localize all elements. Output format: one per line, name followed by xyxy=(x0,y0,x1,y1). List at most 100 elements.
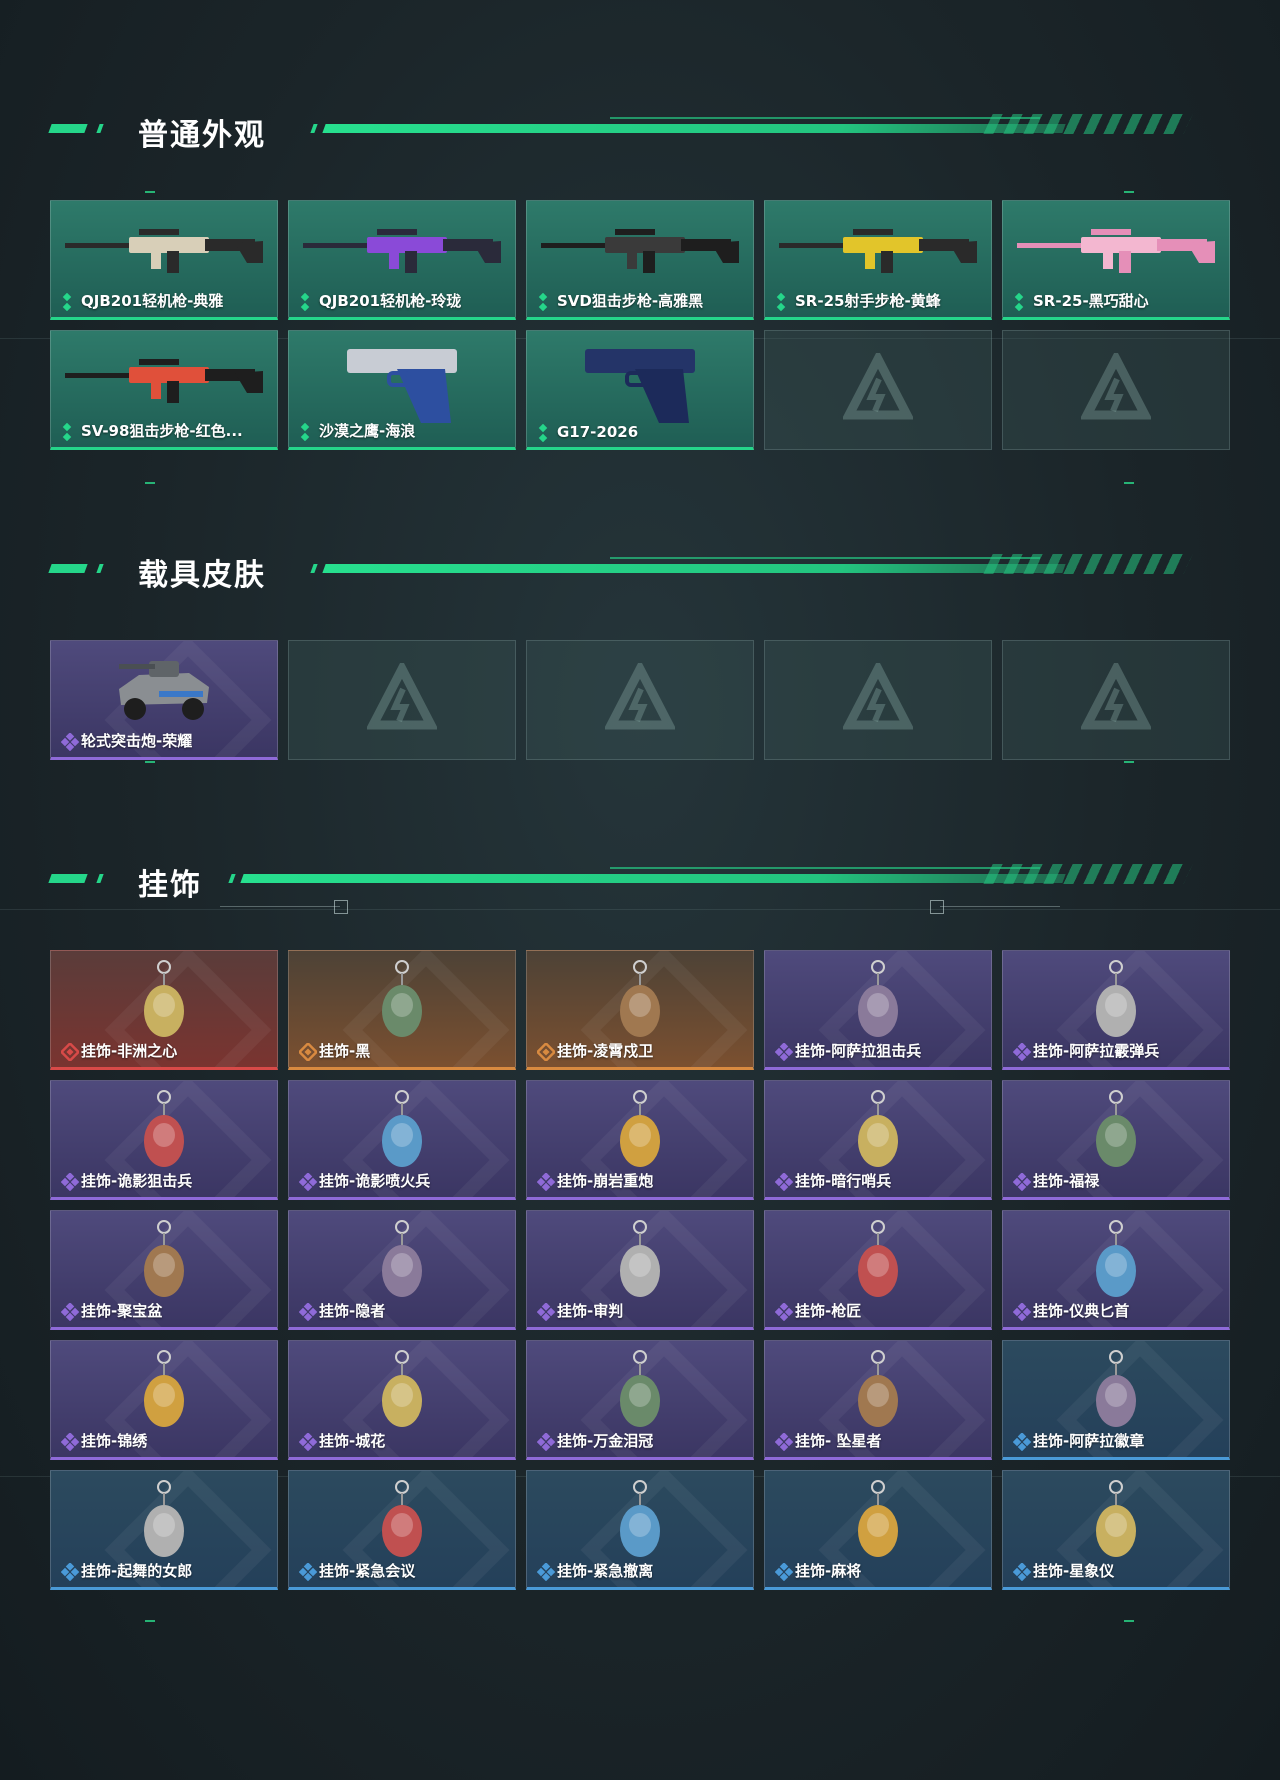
charm-card[interactable]: 挂饰-麻将 xyxy=(764,1470,992,1590)
weapon-card[interactable]: SVD狙击步枪-高雅黑 xyxy=(526,200,754,320)
item-name: 挂饰-福禄 xyxy=(1033,1172,1100,1190)
weapon-card[interactable]: 沙漠之鹰-海浪 xyxy=(288,330,516,450)
page: { "sections": { "weapons": { "title": "普… xyxy=(0,0,1280,1780)
item-label: 轮式突击炮-荣耀 xyxy=(61,730,192,751)
charm-card[interactable]: 挂饰-城花 xyxy=(288,1340,516,1460)
item-label: 挂饰-阿萨拉狙击兵 xyxy=(775,1040,921,1061)
weapon-image xyxy=(565,339,715,433)
rarity-diamond-icon xyxy=(1013,292,1029,311)
charm-card[interactable]: 挂饰-审判 xyxy=(526,1210,754,1330)
rarity-diamond-icon xyxy=(537,292,553,311)
charm-card[interactable]: 挂饰-凌霄戍卫 xyxy=(526,950,754,1070)
item-label: 沙漠之鹰-海浪 xyxy=(299,420,415,441)
placeholder-logo-icon xyxy=(841,349,915,427)
charm-card[interactable]: 挂饰-黑 xyxy=(288,950,516,1070)
item-label: 挂饰-星象仪 xyxy=(1013,1560,1114,1581)
charm-image xyxy=(605,959,675,1053)
charm-image xyxy=(367,1479,437,1573)
item-label: 挂饰-仪典匕首 xyxy=(1013,1300,1129,1321)
charm-image xyxy=(843,1349,913,1443)
section-header-vehicles: 载具皮肤 xyxy=(48,548,1200,593)
charm-image xyxy=(129,1089,199,1183)
charm-card[interactable]: 挂饰-万金泪冠 xyxy=(526,1340,754,1460)
weapon-image xyxy=(59,345,269,419)
weapon-image xyxy=(59,215,269,289)
item-label: SVD狙击步枪-高雅黑 xyxy=(537,290,703,311)
charm-card[interactable]: 挂饰-福禄 xyxy=(1002,1080,1230,1200)
rarity-diamond-icon xyxy=(299,1432,317,1451)
rarity-diamond-icon xyxy=(61,1172,79,1191)
charm-card[interactable]: 挂饰-枪匠 xyxy=(764,1210,992,1330)
rarity-diamond-icon xyxy=(61,1432,79,1451)
section-header-weapons: 普通外观 xyxy=(48,108,1200,153)
rarity-diamond-icon xyxy=(61,1042,79,1061)
charm-card[interactable]: 挂饰-诡影狙击兵 xyxy=(50,1080,278,1200)
rarity-diamond-icon xyxy=(537,1172,555,1191)
weapon-image xyxy=(297,215,507,289)
charm-image xyxy=(605,1349,675,1443)
item-label: 挂饰-诡影喷火兵 xyxy=(299,1170,430,1191)
charm-card[interactable]: 挂饰- 坠星者 xyxy=(764,1340,992,1460)
item-name: 挂饰-锦绣 xyxy=(81,1432,148,1450)
item-name: 挂饰-黑 xyxy=(319,1042,371,1060)
charm-image xyxy=(367,1349,437,1443)
weapon-card[interactable]: SR-25射手步枪-黄蜂 xyxy=(764,200,992,320)
charm-card[interactable]: 挂饰-阿萨拉霰弹兵 xyxy=(1002,950,1230,1070)
weapon-card[interactable]: QJB201轻机枪-玲珑 xyxy=(288,200,516,320)
charm-card[interactable]: 挂饰-诡影喷火兵 xyxy=(288,1080,516,1200)
weapon-image xyxy=(1011,215,1221,289)
charm-image xyxy=(843,1089,913,1183)
charm-image xyxy=(367,1089,437,1183)
weapon-card[interactable]: SV-98狙击步枪-红色... xyxy=(50,330,278,450)
placeholder-logo-icon xyxy=(1079,349,1153,427)
charm-card[interactable]: 挂饰-非洲之心 xyxy=(50,950,278,1070)
weapon-image xyxy=(535,215,745,289)
rarity-diamond-icon xyxy=(537,1042,555,1061)
charm-card[interactable]: 挂饰-起舞的女郎 xyxy=(50,1470,278,1590)
charm-card[interactable]: 挂饰-仪典匕首 xyxy=(1002,1210,1230,1330)
weapon-card[interactable]: QJB201轻机枪-典雅 xyxy=(50,200,278,320)
charm-card[interactable]: 挂饰-隐者 xyxy=(288,1210,516,1330)
item-name: 挂饰-聚宝盆 xyxy=(81,1302,163,1320)
charm-image xyxy=(129,1219,199,1313)
charm-card[interactable]: 挂饰-紧急会议 xyxy=(288,1470,516,1590)
header-bar xyxy=(240,874,1066,883)
item-name: 挂饰-紧急会议 xyxy=(319,1562,416,1580)
charm-image xyxy=(605,1479,675,1573)
empty-slot xyxy=(288,640,516,760)
rarity-diamond-icon xyxy=(1013,1562,1031,1581)
placeholder-logo-icon xyxy=(365,659,439,737)
weapon-card[interactable]: SR-25-黑巧甜心 xyxy=(1002,200,1230,320)
header-checker-pattern xyxy=(983,554,1193,574)
placeholder-logo-icon xyxy=(841,659,915,737)
item-name: 挂饰-麻将 xyxy=(795,1562,862,1580)
empty-slot xyxy=(764,330,992,450)
header-bar xyxy=(322,564,1066,573)
charm-card[interactable]: 挂饰-聚宝盆 xyxy=(50,1210,278,1330)
charm-card[interactable]: 挂饰-锦绣 xyxy=(50,1340,278,1460)
item-label: 挂饰-非洲之心 xyxy=(61,1040,177,1061)
charm-image xyxy=(1081,1089,1151,1183)
rarity-diamond-icon xyxy=(299,1042,317,1061)
item-label: 挂饰-聚宝盆 xyxy=(61,1300,162,1321)
weapon-card[interactable]: G17-2026 xyxy=(526,330,754,450)
charm-card[interactable]: 挂饰-阿萨拉狙击兵 xyxy=(764,950,992,1070)
charm-card[interactable]: 挂饰-阿萨拉徽章 xyxy=(1002,1340,1230,1460)
charm-card[interactable]: 挂饰-星象仪 xyxy=(1002,1470,1230,1590)
empty-slot xyxy=(1002,330,1230,450)
item-name: SR-25射手步枪-黄蜂 xyxy=(795,292,941,310)
vehicle-card[interactable]: 轮式突击炮-荣耀 xyxy=(50,640,278,760)
header-bar xyxy=(322,124,1066,133)
item-name: G17-2026 xyxy=(557,423,639,441)
charm-card[interactable]: 挂饰-崩岩重炮 xyxy=(526,1080,754,1200)
header-checker-pattern xyxy=(983,114,1193,134)
item-label: 挂饰-隐者 xyxy=(299,1300,385,1321)
item-name: 挂饰-非洲之心 xyxy=(81,1042,178,1060)
charm-card[interactable]: 挂饰-暗行哨兵 xyxy=(764,1080,992,1200)
rarity-diamond-icon xyxy=(537,1562,555,1581)
item-label: 挂饰-阿萨拉霰弹兵 xyxy=(1013,1040,1159,1061)
charm-card[interactable]: 挂饰-紧急撤离 xyxy=(526,1470,754,1590)
charm-image xyxy=(367,1219,437,1313)
item-name: SVD狙击步枪-高雅黑 xyxy=(557,292,704,310)
rarity-diamond-icon xyxy=(775,1172,793,1191)
